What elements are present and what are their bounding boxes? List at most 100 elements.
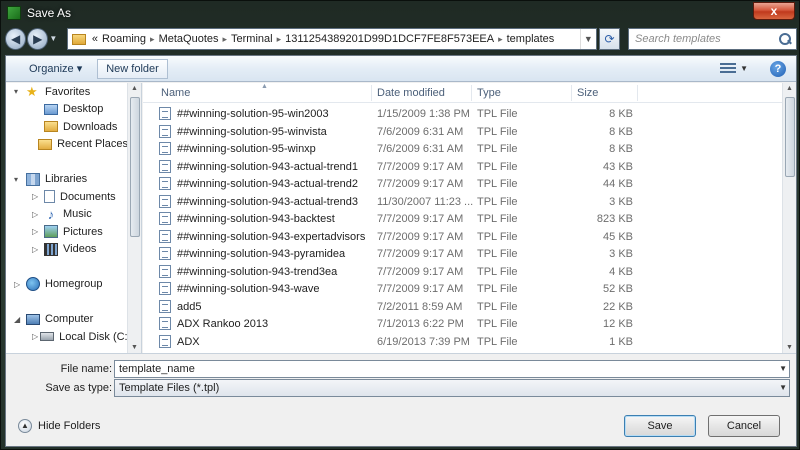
- file-row[interactable]: add5 7/2/2011 8:59 AM TPL File 22 KB: [143, 298, 782, 316]
- new-folder-button[interactable]: New folder: [97, 58, 168, 79]
- file-row[interactable]: ##winning-solution-943-trend3ea 7/7/2009 …: [143, 263, 782, 281]
- tree-item-label[interactable]: Favorites: [45, 86, 90, 98]
- tree-item[interactable]: Downloads: [6, 118, 128, 136]
- expand-icon[interactable]: ▾: [14, 87, 24, 96]
- navigation-pane-scrollbar[interactable]: ▲ ▼: [127, 83, 141, 353]
- file-row[interactable]: ##winning-solution-95-winvista 7/6/2009 6…: [143, 123, 782, 141]
- collapse-icon[interactable]: ▲: [18, 419, 32, 433]
- expand-icon[interactable]: ▷: [32, 192, 42, 201]
- tree-item-label[interactable]: Computer: [45, 313, 93, 325]
- tree-item-label[interactable]: Recent Places: [57, 138, 128, 150]
- column-divider[interactable]: [471, 85, 472, 101]
- column-header-name[interactable]: Name: [161, 87, 190, 99]
- breadcrumb-roaming[interactable]: Roaming: [102, 33, 146, 45]
- column-divider[interactable]: [571, 85, 572, 101]
- expand-icon[interactable]: ▷: [32, 332, 38, 341]
- expand-icon[interactable]: ▷: [32, 227, 42, 236]
- tree-item[interactable]: ▷ Local Disk (C:): [6, 328, 131, 346]
- breadcrumb-separator-icon[interactable]: ▸: [277, 34, 282, 45]
- expand-icon[interactable]: ▷: [32, 245, 42, 254]
- breadcrumb-templates[interactable]: templates: [507, 33, 555, 45]
- breadcrumb-overflow[interactable]: «: [92, 33, 98, 45]
- scrollbar-thumb[interactable]: [785, 97, 795, 177]
- breadcrumb-separator-icon[interactable]: ▸: [498, 34, 503, 45]
- expand-icon[interactable]: ◢: [14, 315, 24, 324]
- tree-item[interactable]: ▷ Videos: [6, 241, 128, 259]
- file-row[interactable]: ##winning-solution-943-wave 7/7/2009 9:17…: [143, 280, 782, 298]
- column-divider[interactable]: [637, 85, 638, 101]
- file-name-dropdown-icon[interactable]: ▼: [779, 361, 787, 377]
- breadcrumb-separator-icon[interactable]: ▸: [150, 34, 155, 45]
- save-as-type-select[interactable]: Template Files (*.tpl) ▼: [114, 379, 790, 397]
- file-row[interactable]: ##winning-solution-95-win2003 1/15/2009 1…: [143, 105, 782, 123]
- views-dropdown-icon[interactable]: ▼: [740, 64, 748, 73]
- tree-item[interactable]: ▾ Libraries: [6, 171, 128, 189]
- column-divider[interactable]: [371, 85, 372, 101]
- change-view-icon[interactable]: [720, 62, 737, 75]
- tree-item-label[interactable]: Documents: [60, 191, 116, 203]
- tree-item-label[interactable]: Music: [63, 208, 92, 220]
- tree-item-label[interactable]: Downloads: [63, 121, 117, 133]
- file-row[interactable]: ##winning-solution-943-actual-trend3 11/3…: [143, 193, 782, 211]
- file-name-input[interactable]: template_name ▼: [114, 360, 790, 378]
- scroll-up-icon[interactable]: ▲: [131, 85, 138, 92]
- help-icon[interactable]: ?: [770, 60, 786, 77]
- tree-item[interactable]: ▷ Pictures: [6, 223, 128, 241]
- recent-pages-dropdown[interactable]: ▼: [49, 28, 59, 50]
- file-row[interactable]: ##winning-solution-943-backtest 7/7/2009 …: [143, 210, 782, 228]
- breadcrumb-separator-icon[interactable]: ▸: [223, 34, 228, 45]
- tree-item[interactable]: Recent Places: [6, 136, 128, 154]
- file-list-scrollbar[interactable]: ▲ ▼: [782, 83, 796, 353]
- tree-item-label[interactable]: Pictures: [63, 226, 103, 238]
- file-name-value[interactable]: template_name: [119, 363, 195, 375]
- hide-folders-toggle[interactable]: ▲ Hide Folders: [18, 419, 100, 433]
- file-row[interactable]: ##winning-solution-943-actual-trend2 7/7/…: [143, 175, 782, 193]
- save-as-type-dropdown-icon[interactable]: ▼: [779, 380, 787, 396]
- tree-item[interactable]: ◢ Computer: [6, 311, 128, 329]
- tree-item-label[interactable]: Local Disk (C:): [59, 331, 131, 343]
- file-row[interactable]: ##winning-solution-943-actual-trend1 7/7/…: [143, 158, 782, 176]
- hide-folders-label[interactable]: Hide Folders: [38, 420, 100, 432]
- expand-icon[interactable]: ▷: [32, 210, 42, 219]
- tree-item[interactable]: ▷ Documents: [6, 188, 128, 206]
- column-header-type[interactable]: Type: [477, 87, 501, 99]
- tree-item-label[interactable]: Desktop: [63, 103, 103, 115]
- tree-item-label[interactable]: Homegroup: [45, 278, 102, 290]
- search-icon[interactable]: [776, 30, 794, 48]
- cancel-button[interactable]: Cancel: [708, 415, 780, 437]
- organize-menu[interactable]: Organize ▾: [20, 58, 91, 79]
- breadcrumb-terminal-id[interactable]: 1311254389201D99D1DCF7FE8F573EEA: [285, 33, 494, 45]
- breadcrumb-terminal[interactable]: Terminal: [231, 33, 273, 45]
- close-button[interactable]: x: [753, 2, 795, 20]
- scroll-up-icon[interactable]: ▲: [786, 85, 793, 92]
- scroll-down-icon[interactable]: ▼: [786, 344, 793, 351]
- file-row[interactable]: ##winning-solution-943-pyramidea 7/7/2009…: [143, 245, 782, 263]
- file-row[interactable]: ##winning-solution-95-winxp 7/6/2009 6:31…: [143, 140, 782, 158]
- search-input[interactable]: Search templates: [635, 33, 776, 45]
- expand-icon[interactable]: ▷: [14, 280, 24, 289]
- tree-item[interactable]: ▷ Homegroup: [6, 276, 128, 294]
- tree-item[interactable]: Desktop: [6, 101, 128, 119]
- address-dropdown-icon[interactable]: ▼: [579, 29, 596, 49]
- scrollbar-thumb[interactable]: [130, 97, 140, 237]
- file-row[interactable]: ADX Rankoo 2013 7/1/2013 6:22 PM TPL File 1…: [143, 315, 782, 333]
- tree-item-label[interactable]: Videos: [63, 243, 96, 255]
- file-row[interactable]: ADX 6/19/2013 7:39 PM TPL File 1 KB: [143, 333, 782, 351]
- tree-item-label[interactable]: Libraries: [45, 173, 87, 185]
- tree-item[interactable]: ▾ ★ Favorites: [6, 83, 128, 101]
- column-header-size[interactable]: Size: [577, 87, 598, 99]
- search-box[interactable]: Search templates: [628, 28, 797, 50]
- file-size: 8 KB: [609, 125, 633, 138]
- scroll-down-icon[interactable]: ▼: [131, 344, 138, 351]
- tree-item[interactable]: ▷ ♪ Music: [6, 206, 128, 224]
- column-header-date[interactable]: Date modified: [377, 87, 445, 99]
- save-as-type-value[interactable]: Template Files (*.tpl): [119, 382, 219, 394]
- file-row[interactable]: ##winning-solution-943-expertadvisors 7/7…: [143, 228, 782, 246]
- forward-button[interactable]: ▶: [27, 28, 49, 50]
- refresh-button[interactable]: ⟳: [598, 28, 621, 50]
- address-bar[interactable]: « Roaming ▸ MetaQuotes ▸ Terminal ▸ 1311…: [66, 28, 597, 50]
- back-button[interactable]: ◀: [5, 28, 27, 50]
- expand-icon[interactable]: ▾: [14, 175, 24, 184]
- save-button[interactable]: Save: [624, 415, 696, 437]
- breadcrumb-metaquotes[interactable]: MetaQuotes: [159, 33, 219, 45]
